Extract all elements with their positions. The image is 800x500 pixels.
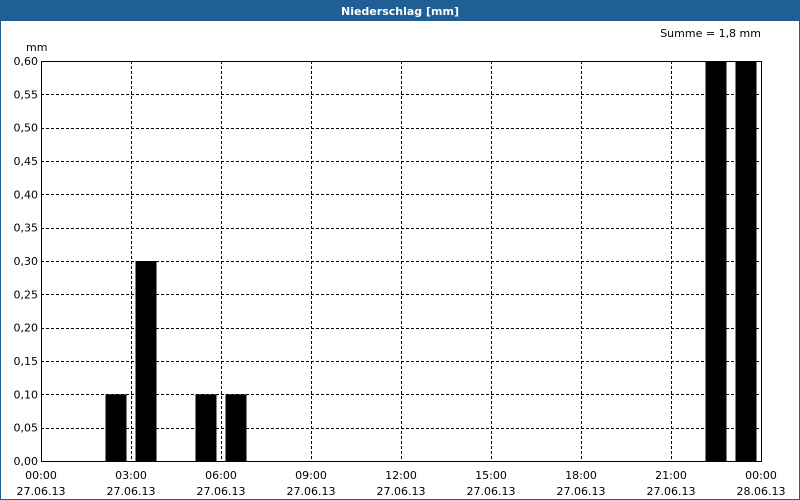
y-tick-label: 0,10 [14, 388, 39, 401]
x-tick-time: 00:00 [25, 469, 57, 482]
y-tick-label: 0,05 [14, 422, 39, 435]
sum-label: Summe = 1,8 mm [660, 27, 761, 40]
precip-bar [195, 394, 217, 461]
x-tick-time: 12:00 [385, 469, 417, 482]
precip-bar [225, 394, 247, 461]
x-tick-date: 27.06.13 [107, 485, 156, 498]
x-tick-time: 06:00 [205, 469, 237, 482]
y-tick-label: 0,30 [14, 255, 39, 268]
y-axis-labels: 0,00 0,05 0,10 0,15 0,20 0,25 0,30 0,35 0,40 0,45… [14, 55, 39, 468]
x-tick-time: 21:00 [655, 469, 687, 482]
y-tick-label: 0,00 [14, 455, 39, 468]
precip-bar [105, 394, 127, 461]
y-tick-label: 0,25 [14, 288, 39, 301]
y-unit-label: mm [26, 41, 47, 54]
x-tick-date: 27.06.13 [287, 485, 336, 498]
y-tick-label: 0,20 [14, 322, 39, 335]
y-tick-label: 0,40 [14, 188, 39, 201]
x-tick-date: 27.06.13 [17, 485, 66, 498]
chart-window: Niederschlag [mm] 0,00 0,05 0,10 0,15 0,20 0,… [0, 0, 800, 500]
chart-area: 0,00 0,05 0,10 0,15 0,20 0,25 0,30 0,35 0,40 0,45… [1, 22, 799, 499]
x-tick-time: 09:00 [295, 469, 327, 482]
x-tick-date: 28.06.13 [737, 485, 786, 498]
chart-title: Niederschlag [mm] [1, 1, 799, 21]
x-tick-time: 18:00 [565, 469, 597, 482]
x-tick-date: 27.06.13 [467, 485, 516, 498]
y-tick-label: 0,50 [14, 122, 39, 135]
y-tick-label: 0,35 [14, 222, 39, 235]
x-tick-time: 00:00 [745, 469, 777, 482]
y-tick-label: 0,45 [14, 155, 39, 168]
x-axis-labels: 00:00 27.06.13 03:00 27.06.13 06:00 27.06.13 0… [17, 469, 786, 498]
y-tick-label: 0,55 [14, 88, 39, 101]
x-tick-date: 27.06.13 [557, 485, 606, 498]
precipitation-chart: 0,00 0,05 0,10 0,15 0,20 0,25 0,30 0,35 0,40 0,45… [14, 27, 786, 498]
x-tick-date: 27.06.13 [377, 485, 426, 498]
y-tick-label: 0,60 [14, 55, 39, 68]
y-tick-label: 0,15 [14, 355, 39, 368]
precip-bar [135, 261, 157, 461]
x-tick-date: 27.06.13 [197, 485, 246, 498]
x-tick-time: 03:00 [115, 469, 147, 482]
x-tick-time: 15:00 [475, 469, 507, 482]
x-tick-date: 27.06.13 [647, 485, 696, 498]
precip-bar [735, 61, 757, 461]
precip-bar [705, 61, 727, 461]
